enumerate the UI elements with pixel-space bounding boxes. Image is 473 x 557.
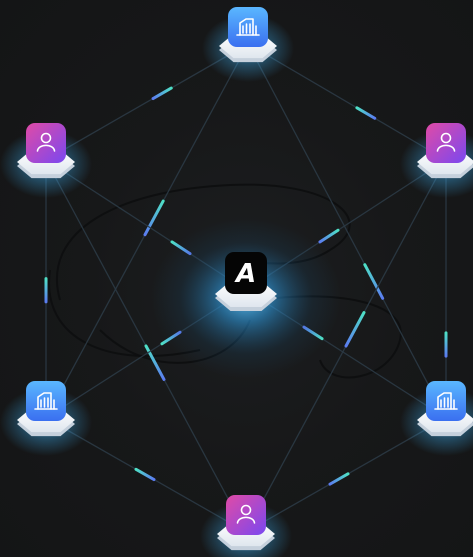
- user-icon: [26, 123, 66, 163]
- node-lower-left: [0, 381, 92, 456]
- link-pulse-upper-left-bottom: [144, 344, 166, 381]
- user-icon: [226, 495, 266, 535]
- node-lower-right: [400, 381, 473, 456]
- link-pulse-top-upper-left: [151, 86, 173, 101]
- building-icon: [26, 381, 66, 421]
- node-bottom: [200, 495, 292, 557]
- node-upper-left: [0, 123, 92, 198]
- center-logo-letter: A: [234, 259, 256, 289]
- link-pulse-lower-left-bottom: [134, 467, 156, 482]
- building-icon: [426, 381, 466, 421]
- network-diagram: A: [0, 0, 473, 557]
- link-pulse-upper-right-bottom: [344, 311, 366, 348]
- user-icon: [426, 123, 466, 163]
- link-pulse-top-upper-right: [355, 106, 377, 120]
- network-canvas: A: [0, 7, 473, 557]
- link-pulse-upper-right-center: [318, 228, 340, 244]
- link-pulse-lower-right-bottom: [328, 472, 350, 486]
- node-upper-right: [400, 123, 473, 198]
- center-node: A: [151, 218, 341, 378]
- building-icon: [228, 7, 268, 47]
- node-top: [202, 7, 294, 82]
